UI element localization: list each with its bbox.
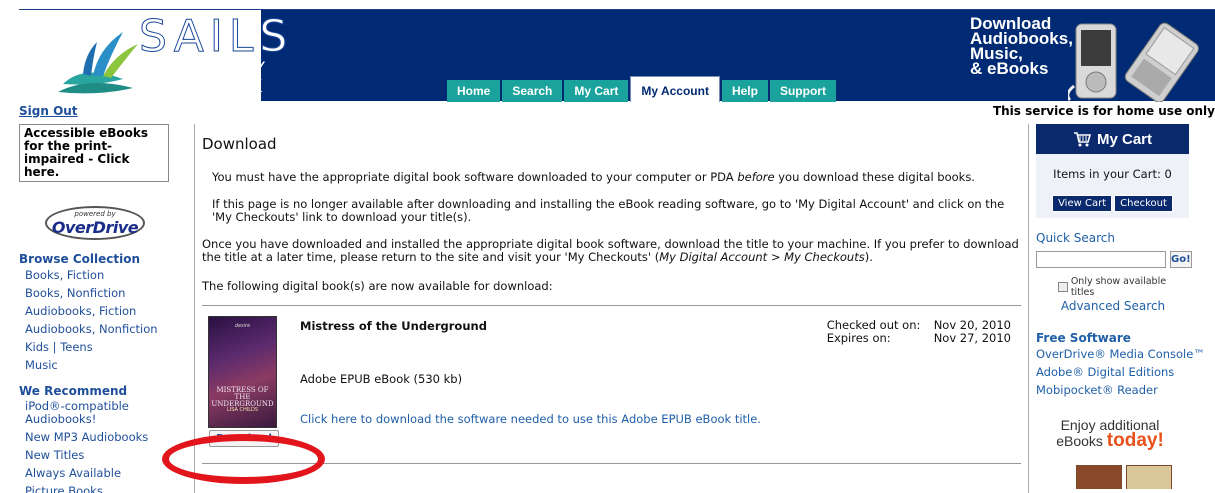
cover-series: desire — [234, 323, 251, 329]
checkout-dates: Checked out on: Nov 20, 2010 Expires on:… — [827, 319, 1011, 345]
enjoy-ebooks-banner[interactable]: Enjoy additional eBooks today! — [1030, 413, 1190, 489]
software-notice: You must have the appropriate digital bo… — [212, 171, 1021, 184]
browse-item-music[interactable]: Music — [19, 356, 194, 374]
brand-sub-network: NETWORK — [139, 77, 268, 97]
home-use-notice: This service is for home use only — [992, 104, 1215, 118]
download-later-path: My Digital Account > My Checkouts — [659, 250, 865, 264]
browse-item-audiobooks-nonfiction[interactable]: Audiobooks, Nonfiction — [19, 320, 194, 338]
expires-row: Expires on: Nov 27, 2010 — [827, 332, 1011, 345]
recommend-item-mp3-audiobooks[interactable]: New MP3 Audiobooks — [19, 428, 194, 446]
expires-label: Expires on: — [826, 331, 891, 345]
cart-header: My Cart — [1036, 124, 1189, 154]
recommend-list: iPod®-compatible Audiobooks! New MP3 Aud… — [19, 398, 194, 493]
tab-help[interactable]: Help — [721, 80, 768, 102]
quick-search-row: Go! — [1036, 251, 1192, 268]
browse-list: Books, Fiction Books, Nonfiction Audiobo… — [19, 266, 194, 374]
book-thumbnail — [1076, 465, 1122, 489]
free-software-list: OverDrive® Media Console™ Adobe® Digital… — [1036, 345, 1205, 399]
book-bird-logo-icon — [58, 32, 138, 94]
overdrive-powered-by: powered by — [74, 210, 116, 218]
available-only-label: Only show available titles — [1070, 276, 1167, 298]
browse-item-books-fiction[interactable]: Books, Fiction — [19, 266, 194, 284]
promo-text: Download Audiobooks, Music, & eBooks — [970, 15, 1073, 78]
left-sidebar: Accessible eBooks for the print-impaired… — [19, 124, 194, 493]
page-title: Download — [202, 135, 277, 153]
divider — [202, 463, 1021, 464]
download-promo-banner[interactable]: Download Audiobooks, Music, & eBooks — [960, 10, 1215, 102]
browse-collection-heading: Browse Collection — [19, 252, 141, 266]
software-item-adobe[interactable]: Adobe® Digital Editions — [1036, 363, 1190, 381]
right-sidebar: My Cart Items in your Cart: 0 View Cart … — [1030, 124, 1205, 493]
available-only-checkbox[interactable] — [1058, 282, 1068, 292]
available-notice: The following digital book(s) are now av… — [202, 279, 553, 293]
book-format: Adobe EPUB eBook (530 kb) — [300, 372, 463, 386]
software-item-mobipocket[interactable]: Mobipocket® Reader — [1036, 381, 1190, 399]
tab-home[interactable]: Home — [447, 80, 501, 102]
recommend-item-picture-books[interactable]: Picture Books — [19, 482, 194, 493]
book-cover[interactable]: desire MISTRESS OF THE UNDERGROUND LISA … — [208, 316, 277, 428]
unavailable-notice: If this page is no longer available afte… — [212, 197, 1005, 224]
software-notice-b: you download these digital books. — [774, 170, 975, 184]
cart-title: My Cart — [1096, 130, 1152, 148]
tab-search[interactable]: Search — [502, 80, 563, 102]
promo-line: & eBooks — [970, 59, 1049, 78]
download-later-notice: Once you have downloaded and installed t… — [202, 238, 1021, 264]
main-nav-tabs: Home Search My Cart My Account Help Supp… — [447, 76, 838, 102]
site-header: SAILS LIBRARY NETWORK Home Search My Car… — [19, 9, 1215, 102]
download-item: desire MISTRESS OF THE UNDERGROUND LISA … — [202, 306, 1021, 464]
logo-background: SAILS LIBRARY NETWORK — [19, 10, 288, 102]
browse-item-kids-teens[interactable]: Kids | Teens — [19, 338, 194, 356]
software-notice-a: You must have the appropriate digital bo… — [212, 170, 738, 184]
accessible-ebooks-link[interactable]: Accessible eBooks for the print-impaired… — [19, 124, 169, 182]
download-later-a: Once you have downloaded and installed t… — [202, 237, 1019, 264]
media-devices-icon — [1068, 22, 1199, 102]
available-only-option[interactable]: Only show available titles — [1036, 276, 1190, 298]
we-recommend-heading: We Recommend — [19, 384, 128, 398]
go-button[interactable]: Go! — [1170, 251, 1192, 268]
enjoy-ebooks-word: eBooks — [1056, 433, 1107, 449]
tab-my-cart[interactable]: My Cart — [564, 80, 629, 102]
recommend-item-always-available[interactable]: Always Available — [19, 464, 194, 482]
download-software-link[interactable]: Click here to download the software need… — [300, 412, 761, 426]
software-notice-emphasis: before — [737, 170, 775, 184]
advanced-search-link[interactable]: Advanced Search — [1036, 299, 1190, 313]
tab-my-account[interactable]: My Account — [630, 76, 720, 102]
cart-buttons: View Cart Checkout — [1036, 195, 1189, 212]
browse-item-audiobooks-fiction[interactable]: Audiobooks, Fiction — [19, 302, 194, 320]
quick-search-label: Quick Search — [1036, 231, 1115, 245]
brand-sub-library: LIBRARY — [153, 59, 273, 79]
download-button[interactable]: Download — [209, 430, 279, 447]
free-software-heading: Free Software — [1036, 331, 1131, 345]
brand-main: SAILS — [138, 11, 294, 62]
enjoy-line-2: eBooks today! — [1030, 430, 1190, 451]
cover-author: LISA CHILDS — [226, 407, 259, 413]
sign-out-link[interactable]: Sign Out — [19, 104, 78, 118]
book-thumbnail — [1126, 465, 1172, 489]
cover-title: MISTRESS OF THE UNDERGROUND — [211, 386, 274, 408]
cart-body: Items in your Cart: 0 View Cart Checkout — [1036, 154, 1189, 218]
checkout-button[interactable]: Checkout — [1114, 195, 1173, 212]
sub-bar: Sign Out This service is for home use on… — [19, 102, 1215, 120]
browse-item-books-nonfiction[interactable]: Books, Nonfiction — [19, 284, 194, 302]
expires-value: Nov 27, 2010 — [933, 331, 1011, 345]
download-later-b: ). — [864, 250, 873, 264]
recommend-item-ipod-audiobooks[interactable]: iPod®-compatible Audiobooks! — [19, 398, 139, 428]
software-item-overdrive[interactable]: OverDrive® Media Console™ — [1036, 345, 1205, 363]
overdrive-logo[interactable]: powered by OverDrive — [45, 206, 145, 240]
main-content: Download You must have the appropriate d… — [194, 124, 1029, 493]
book-title: Mistress of the Underground — [300, 319, 487, 333]
cart-items-count: Items in your Cart: 0 — [1053, 167, 1172, 181]
quick-search-input[interactable] — [1036, 251, 1166, 268]
tab-support[interactable]: Support — [769, 80, 836, 102]
recommend-item-new-titles[interactable]: New Titles — [19, 446, 194, 464]
enjoy-today-word: today! — [1106, 430, 1164, 451]
view-cart-button[interactable]: View Cart — [1052, 195, 1113, 212]
overdrive-name: OverDrive — [51, 218, 139, 237]
cart-icon — [1073, 132, 1091, 147]
